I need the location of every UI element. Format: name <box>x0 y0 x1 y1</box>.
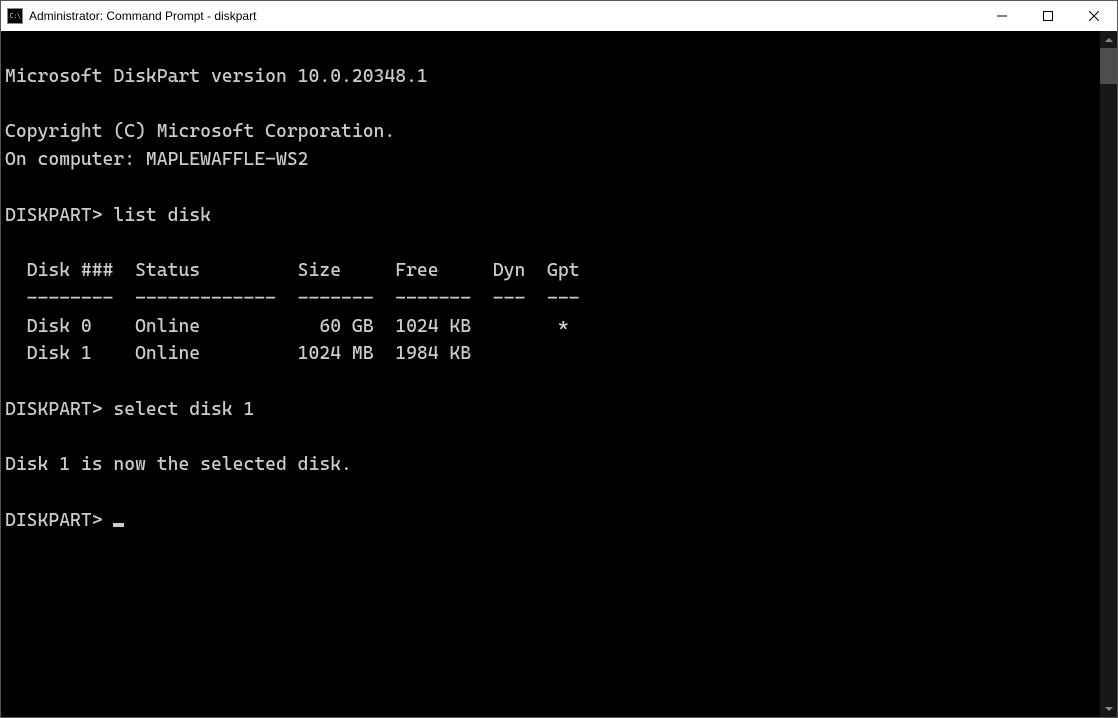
window-frame: C:\ Administrator: Command Prompt - disk… <box>0 0 1118 718</box>
scroll-up-button[interactable] <box>1100 31 1117 48</box>
titlebar[interactable]: C:\ Administrator: Command Prompt - disk… <box>1 1 1117 31</box>
line-copyright: Copyright (C) Microsoft Corporation. <box>5 121 395 142</box>
minimize-icon <box>997 11 1007 21</box>
table-row: Disk 0 Online 60 GB 1024 KB * <box>5 316 569 337</box>
vertical-scrollbar[interactable] <box>1100 31 1117 717</box>
cursor <box>113 523 124 527</box>
chevron-up-icon <box>1105 38 1113 42</box>
close-button[interactable] <box>1071 1 1117 31</box>
line-version: Microsoft DiskPart version 10.0.20348.1 <box>5 66 428 87</box>
line-prompt: DISKPART> list disk <box>5 205 211 226</box>
disk-table-rule: -------- ------------- ------- ------- -… <box>5 288 580 309</box>
line-result: Disk 1 is now the selected disk. <box>5 454 352 475</box>
maximize-icon <box>1043 11 1053 21</box>
console-output[interactable]: Microsoft DiskPart version 10.0.20348.1 … <box>1 31 1100 717</box>
scroll-thumb[interactable] <box>1100 48 1117 84</box>
cmd-icon: C:\ <box>7 8 23 24</box>
chevron-down-icon <box>1105 707 1113 711</box>
line-prompt-current: DISKPART> <box>5 510 113 531</box>
close-icon <box>1089 11 1099 21</box>
minimize-button[interactable] <box>979 1 1025 31</box>
window-controls <box>979 1 1117 31</box>
maximize-button[interactable] <box>1025 1 1071 31</box>
table-row: Disk 1 Online 1024 MB 1984 KB <box>5 343 471 364</box>
window-title: Administrator: Command Prompt - diskpart <box>29 9 979 23</box>
line-computer: On computer: MAPLEWAFFLE-WS2 <box>5 149 309 170</box>
console-area: Microsoft DiskPart version 10.0.20348.1 … <box>1 31 1117 717</box>
disk-table-header: Disk ### Status Size Free Dyn Gpt <box>5 260 580 281</box>
line-prompt: DISKPART> select disk 1 <box>5 399 254 420</box>
scroll-down-button[interactable] <box>1100 700 1117 717</box>
cmd-icon-glyph: C:\ <box>9 13 20 20</box>
